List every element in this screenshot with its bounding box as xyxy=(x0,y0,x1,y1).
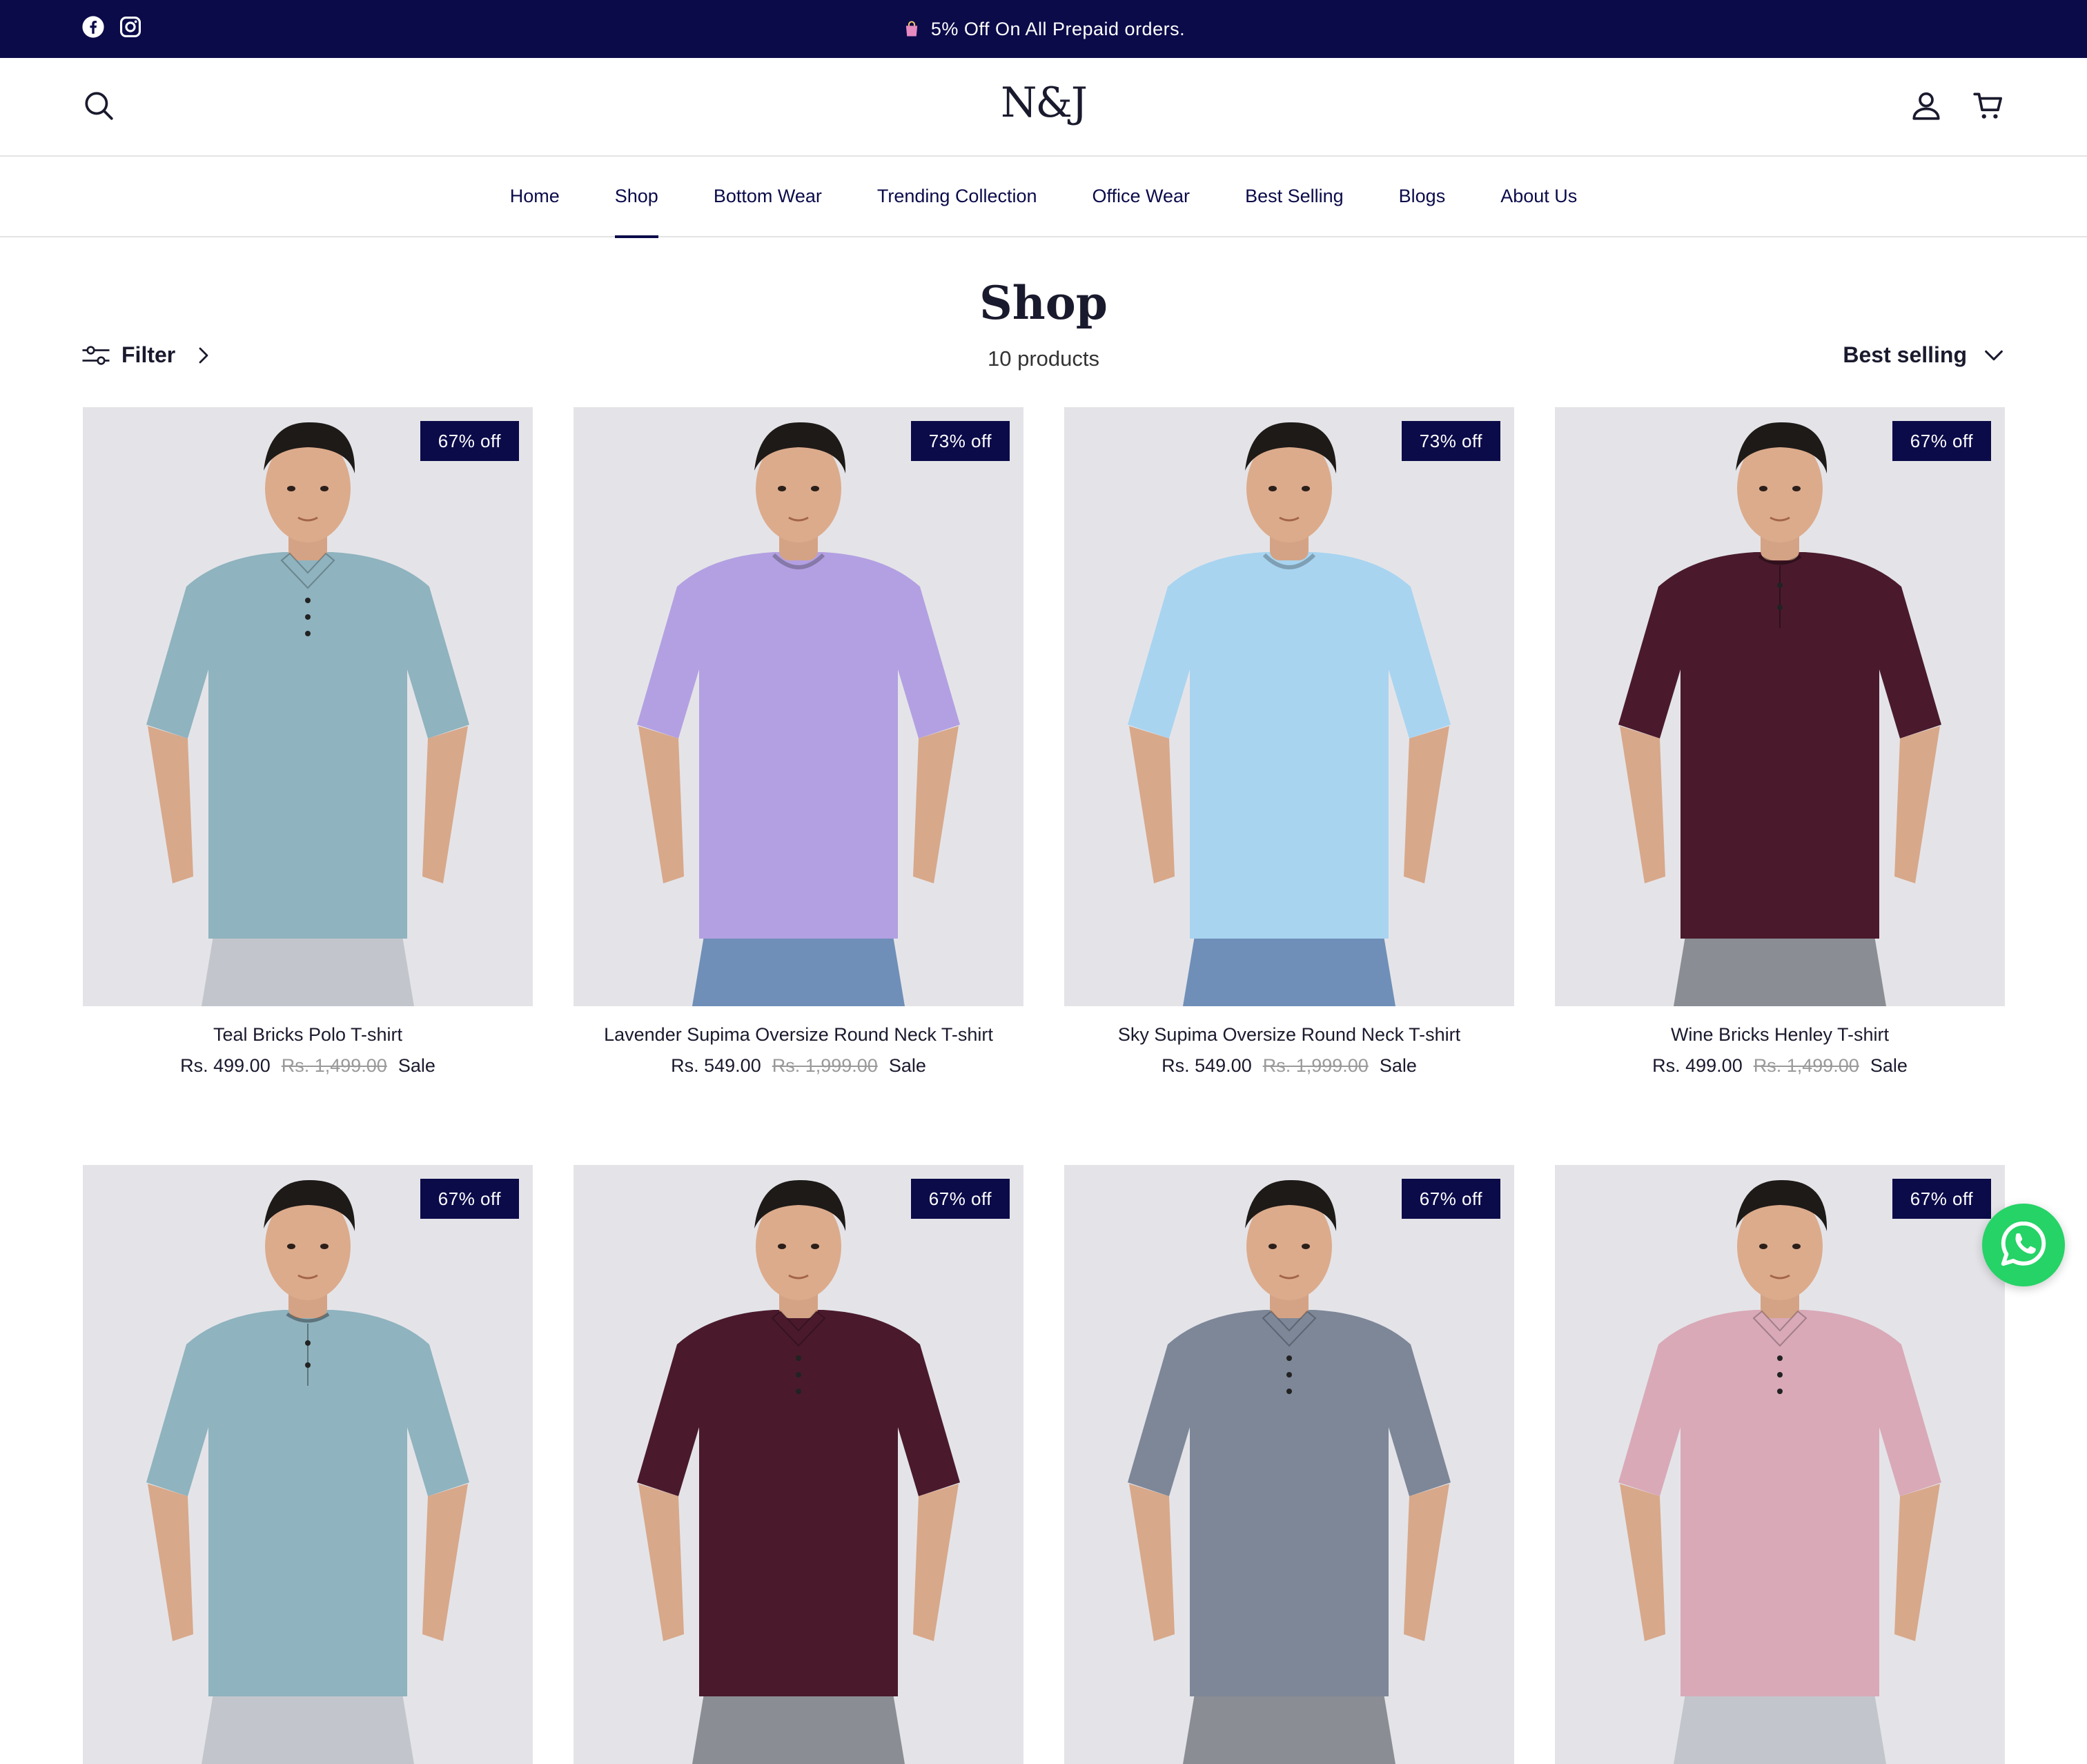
product-price-row: Rs. 549.00 Rs. 1,999.00 Sale xyxy=(574,1055,1023,1077)
site-logo[interactable]: N&J xyxy=(0,79,2087,127)
compare-at-price: Rs. 1,499.00 xyxy=(1753,1055,1859,1076)
nav-item-shop[interactable]: Shop xyxy=(587,156,686,238)
announcement-text: 5% Off On All Prepaid orders. xyxy=(930,18,1186,39)
product-image[interactable]: 67% off xyxy=(1064,1165,1514,1764)
discount-badge: 67% off xyxy=(1401,1179,1500,1219)
discount-badge: 67% off xyxy=(910,1179,1010,1219)
compare-at-price: Rs. 1,999.00 xyxy=(1262,1055,1369,1076)
social-links xyxy=(81,15,142,39)
facebook-icon[interactable] xyxy=(81,15,105,39)
product-image[interactable]: 73% off xyxy=(574,407,1023,1006)
nav-item-office-wear[interactable]: Office Wear xyxy=(1065,156,1218,237)
sort-label: Best selling xyxy=(1843,342,1967,367)
shopping-bag-icon xyxy=(902,19,921,39)
sale-price: Rs. 549.00 xyxy=(671,1055,761,1076)
product-image[interactable]: 67% off xyxy=(1555,407,2005,1006)
product-card[interactable]: 67% off Wine Bricks Henley T-shirt Rs. 499… xyxy=(1555,407,2005,1077)
whatsapp-chat-button[interactable] xyxy=(1982,1204,2065,1286)
model-photo xyxy=(574,407,1023,1006)
chevron-right-icon xyxy=(193,345,214,366)
discount-badge: 67% off xyxy=(420,1179,519,1219)
product-card[interactable]: 73% off Lavender Supima Oversize Round Ne… xyxy=(574,407,1023,1077)
product-image[interactable]: 67% off xyxy=(83,1165,533,1764)
compare-at-price: Rs. 1,999.00 xyxy=(772,1055,878,1076)
product-card[interactable]: 67% off xyxy=(83,1165,533,1764)
filter-label: Filter xyxy=(121,342,176,367)
discount-badge: 73% off xyxy=(1401,421,1500,461)
nav-item-best-selling[interactable]: Best Selling xyxy=(1217,156,1371,237)
product-count: 10 products xyxy=(988,346,1099,371)
model-photo xyxy=(1555,407,2005,1006)
product-image[interactable]: 67% off xyxy=(574,1165,1023,1764)
account-icon[interactable] xyxy=(1909,88,1943,123)
announcement-bar: 5% Off On All Prepaid orders. xyxy=(0,0,2087,58)
sale-price: Rs. 499.00 xyxy=(180,1055,271,1076)
model-photo xyxy=(1555,1165,2005,1764)
model-photo xyxy=(1064,1165,1514,1764)
product-price-row: Rs. 499.00 Rs. 1,499.00 Sale xyxy=(83,1055,533,1077)
discount-badge: 67% off xyxy=(1892,1179,1991,1219)
product-image[interactable]: 73% off xyxy=(1064,407,1514,1006)
product-card[interactable]: 73% off Sky Supima Oversize Round Neck T-… xyxy=(1064,407,1514,1077)
cart-icon[interactable] xyxy=(1971,88,2006,123)
product-card[interactable]: 67% off xyxy=(574,1165,1023,1764)
sort-dropdown[interactable]: Best selling xyxy=(1843,342,2006,368)
product-price-row: Rs. 549.00 Rs. 1,999.00 Sale xyxy=(1064,1055,1514,1077)
sale-label: Sale xyxy=(398,1055,435,1076)
nav-item-bottom-wear[interactable]: Bottom Wear xyxy=(686,156,850,237)
nav-item-blogs[interactable]: Blogs xyxy=(1371,156,1473,237)
instagram-icon[interactable] xyxy=(119,15,142,39)
model-photo xyxy=(574,1165,1023,1764)
filter-button[interactable]: Filter xyxy=(81,342,214,368)
site-header: N&J xyxy=(0,58,2087,157)
model-photo xyxy=(83,407,533,1006)
model-photo xyxy=(83,1165,533,1764)
sale-price: Rs. 549.00 xyxy=(1162,1055,1252,1076)
sale-price: Rs. 499.00 xyxy=(1652,1055,1743,1076)
product-name[interactable]: Teal Bricks Polo T-shirt xyxy=(83,1024,533,1046)
discount-badge: 67% off xyxy=(420,421,519,461)
product-card[interactable]: 67% off Teal Bricks Polo T-shirt Rs. 499.0… xyxy=(83,407,533,1077)
filter-sliders-icon xyxy=(81,343,110,368)
nav-item-trending-collection[interactable]: Trending Collection xyxy=(850,156,1065,237)
product-name[interactable]: Wine Bricks Henley T-shirt xyxy=(1555,1024,2005,1046)
sale-label: Sale xyxy=(1379,1055,1417,1076)
product-name[interactable]: Sky Supima Oversize Round Neck T-shirt xyxy=(1064,1024,1514,1046)
nav-item-about-us[interactable]: About Us xyxy=(1473,156,1605,237)
product-name[interactable]: Lavender Supima Oversize Round Neck T-sh… xyxy=(574,1024,1023,1046)
product-image[interactable]: 67% off xyxy=(83,407,533,1006)
compare-at-price: Rs. 1,499.00 xyxy=(281,1055,387,1076)
sale-label: Sale xyxy=(888,1055,926,1076)
discount-badge: 67% off xyxy=(1892,421,1991,461)
model-photo xyxy=(1064,407,1514,1006)
main-navigation: Home Shop Bottom Wear Trending Collectio… xyxy=(0,156,2087,238)
product-image[interactable]: 67% off xyxy=(1555,1165,2005,1764)
chevron-down-icon xyxy=(1982,344,2006,367)
product-card[interactable]: 67% off xyxy=(1064,1165,1514,1764)
product-card[interactable]: 67% off xyxy=(1555,1165,2005,1764)
whatsapp-icon xyxy=(1997,1217,2050,1274)
product-price-row: Rs. 499.00 Rs. 1,499.00 Sale xyxy=(1555,1055,2005,1077)
page-title: Shop xyxy=(979,276,1108,330)
discount-badge: 73% off xyxy=(910,421,1010,461)
sale-label: Sale xyxy=(1870,1055,1908,1076)
nav-item-home[interactable]: Home xyxy=(482,156,587,237)
